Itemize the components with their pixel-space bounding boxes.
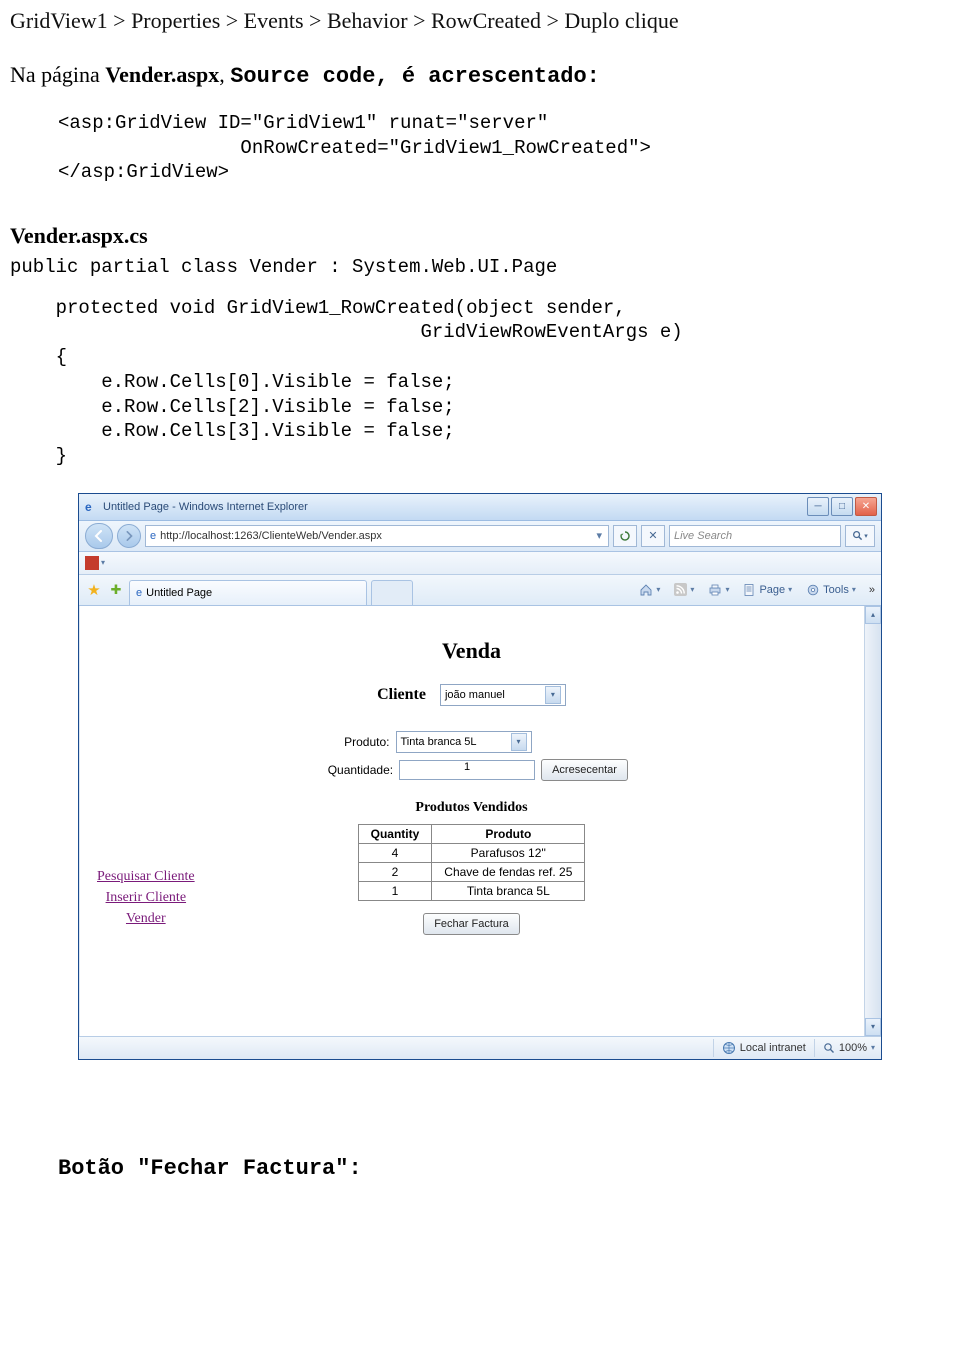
zoom-dropdown-icon[interactable]: ▾ — [871, 1043, 875, 1052]
chevron-down-icon: ▾ — [545, 686, 561, 704]
url-text: http://localhost:1263/ClienteWeb/Vender.… — [160, 530, 594, 542]
produtos-vendidos-title: Produtos Vendidos — [89, 800, 854, 816]
code-block-classdecl: public partial class Vender : System.Web… — [10, 251, 950, 284]
gridview-table: Quantity Produto 4 Parafusos 12'' 2 Chav… — [358, 824, 586, 901]
address-bar: e http://localhost:1263/ClienteWeb/Vende… — [79, 521, 881, 552]
intro-filename: Vender.aspx — [105, 62, 219, 87]
zoom-icon — [823, 1042, 835, 1054]
code-block-aspx: <asp:GridView ID="GridView1" runat="serv… — [10, 99, 950, 197]
footer-heading: Botão "Fechar Factura": — [10, 1060, 950, 1201]
url-dropdown-icon[interactable]: ▾ — [594, 529, 604, 542]
intro-code-text: Source code, é acrescentado: — [230, 64, 600, 89]
link-inserir-cliente[interactable]: Inserir Cliente — [97, 887, 195, 908]
cell-prod: Tinta branca 5L — [432, 881, 585, 900]
chevron-down-icon: ▾ — [511, 733, 527, 751]
page-title: Venda — [89, 638, 854, 664]
status-bar: Local intranet 100% ▾ — [79, 1036, 881, 1059]
page-body: Pesquisar Cliente Inserir Cliente Vender… — [79, 606, 864, 1036]
cliente-value: joão manuel — [445, 689, 505, 701]
print-button[interactable]: ▾ — [703, 579, 734, 601]
fechar-factura-button[interactable]: Fechar Factura — [423, 913, 520, 935]
back-button[interactable] — [85, 523, 113, 549]
intro-prefix: Na página — [10, 62, 105, 87]
page-icon: e — [150, 530, 156, 542]
acrescentar-button[interactable]: Acresecentar — [541, 759, 628, 781]
tools-menu-button[interactable]: Tools ▾ — [801, 579, 861, 601]
feeds-button[interactable]: ▾ — [669, 579, 699, 601]
minimize-button[interactable]: ─ — [807, 497, 829, 516]
pdf-icon[interactable] — [85, 556, 99, 570]
cell-qty: 1 — [358, 881, 432, 900]
quantidade-input[interactable]: 1 — [399, 760, 535, 780]
cell-qty: 4 — [358, 843, 432, 862]
window-title: Untitled Page - Windows Internet Explore… — [103, 501, 807, 513]
page-menu-label: Page — [759, 584, 785, 596]
pdf-toolbar: ▾ — [79, 552, 881, 575]
ie-icon: e — [85, 500, 99, 514]
cliente-row: Cliente joão manuel ▾ — [89, 684, 854, 706]
scroll-track[interactable] — [865, 624, 881, 1018]
tab-strip: ★ ✚ e Untitled Page ▾ ▾ ▾ — [79, 575, 881, 606]
stop-button[interactable]: ✕ — [641, 525, 665, 547]
col-produto: Produto — [432, 824, 585, 843]
favorites-icon[interactable]: ★ — [85, 581, 103, 599]
pdf-dropdown-icon[interactable]: ▾ — [99, 558, 105, 567]
globe-icon — [722, 1041, 736, 1055]
produto-label: Produto: — [312, 735, 390, 749]
zoom-control[interactable]: 100% ▾ — [814, 1039, 875, 1057]
produto-form: Produto: Tinta branca 5L ▾ Quantidade: 1 — [89, 728, 854, 784]
cell-prod: Chave de fendas ref. 25 — [432, 862, 585, 881]
tab-label: Untitled Page — [146, 587, 212, 599]
refresh-button[interactable] — [613, 525, 637, 547]
link-vender[interactable]: Vender — [97, 908, 195, 929]
table-row: 4 Parafusos 12'' — [358, 843, 585, 862]
table-row: 2 Chave de fendas ref. 25 — [358, 862, 585, 881]
code-block-method: protected void GridView1_RowCreated(obje… — [10, 284, 950, 473]
search-placeholder: Live Search — [674, 530, 732, 542]
intro-suffix: , — [219, 62, 230, 87]
close-button[interactable]: ✕ — [855, 497, 877, 516]
cell-qty: 2 — [358, 862, 432, 881]
tools-menu-label: Tools — [823, 584, 849, 596]
scroll-up-button[interactable]: ▴ — [865, 606, 881, 624]
tab-untitled[interactable]: e Untitled Page — [129, 580, 367, 605]
side-links: Pesquisar Cliente Inserir Cliente Vender — [97, 866, 195, 929]
produto-select[interactable]: Tinta branca 5L ▾ — [396, 731, 532, 753]
intro-line: Na página Vender.aspx, Source code, é ac… — [10, 62, 950, 99]
content-area: Pesquisar Cliente Inserir Cliente Vender… — [79, 606, 881, 1036]
vertical-scrollbar[interactable]: ▴ ▾ — [864, 606, 881, 1036]
table-header-row: Quantity Produto — [358, 824, 585, 843]
zone-label: Local intranet — [740, 1042, 806, 1054]
search-go-button[interactable]: ▾ — [845, 525, 875, 547]
tab-page-icon: e — [136, 587, 142, 599]
table-row: 1 Tinta branca 5L — [358, 881, 585, 900]
new-tab-button[interactable] — [371, 580, 413, 605]
link-pesquisar-cliente[interactable]: Pesquisar Cliente — [97, 866, 195, 887]
quantidade-label: Quantidade: — [315, 763, 393, 777]
maximize-button[interactable]: □ — [831, 497, 853, 516]
forward-button[interactable] — [117, 524, 141, 548]
toolbar-overflow-icon[interactable]: » — [865, 584, 875, 596]
cell-prod: Parafusos 12'' — [432, 843, 585, 862]
zoom-value: 100% — [839, 1042, 867, 1054]
ie-window: e Untitled Page - Windows Internet Explo… — [78, 493, 882, 1060]
zone-indicator: Local intranet — [713, 1039, 806, 1057]
heading-cs: Vender.aspx.cs — [10, 197, 950, 251]
window-titlebar: e Untitled Page - Windows Internet Explo… — [79, 494, 881, 521]
cliente-label: Cliente — [377, 686, 426, 704]
produto-value: Tinta branca 5L — [401, 736, 477, 748]
quantidade-value: 1 — [464, 761, 470, 773]
page-menu-button[interactable]: Page ▾ — [738, 579, 797, 601]
add-favorite-icon[interactable]: ✚ — [107, 581, 125, 599]
url-input[interactable]: e http://localhost:1263/ClienteWeb/Vende… — [145, 525, 609, 547]
search-input[interactable]: Live Search — [669, 525, 841, 547]
col-quantity: Quantity — [358, 824, 432, 843]
home-button[interactable]: ▾ — [634, 579, 665, 601]
breadcrumb: GridView1 > Properties > Events > Behavi… — [10, 0, 950, 62]
scroll-down-button[interactable]: ▾ — [865, 1018, 881, 1036]
cliente-select[interactable]: joão manuel ▾ — [440, 684, 566, 706]
